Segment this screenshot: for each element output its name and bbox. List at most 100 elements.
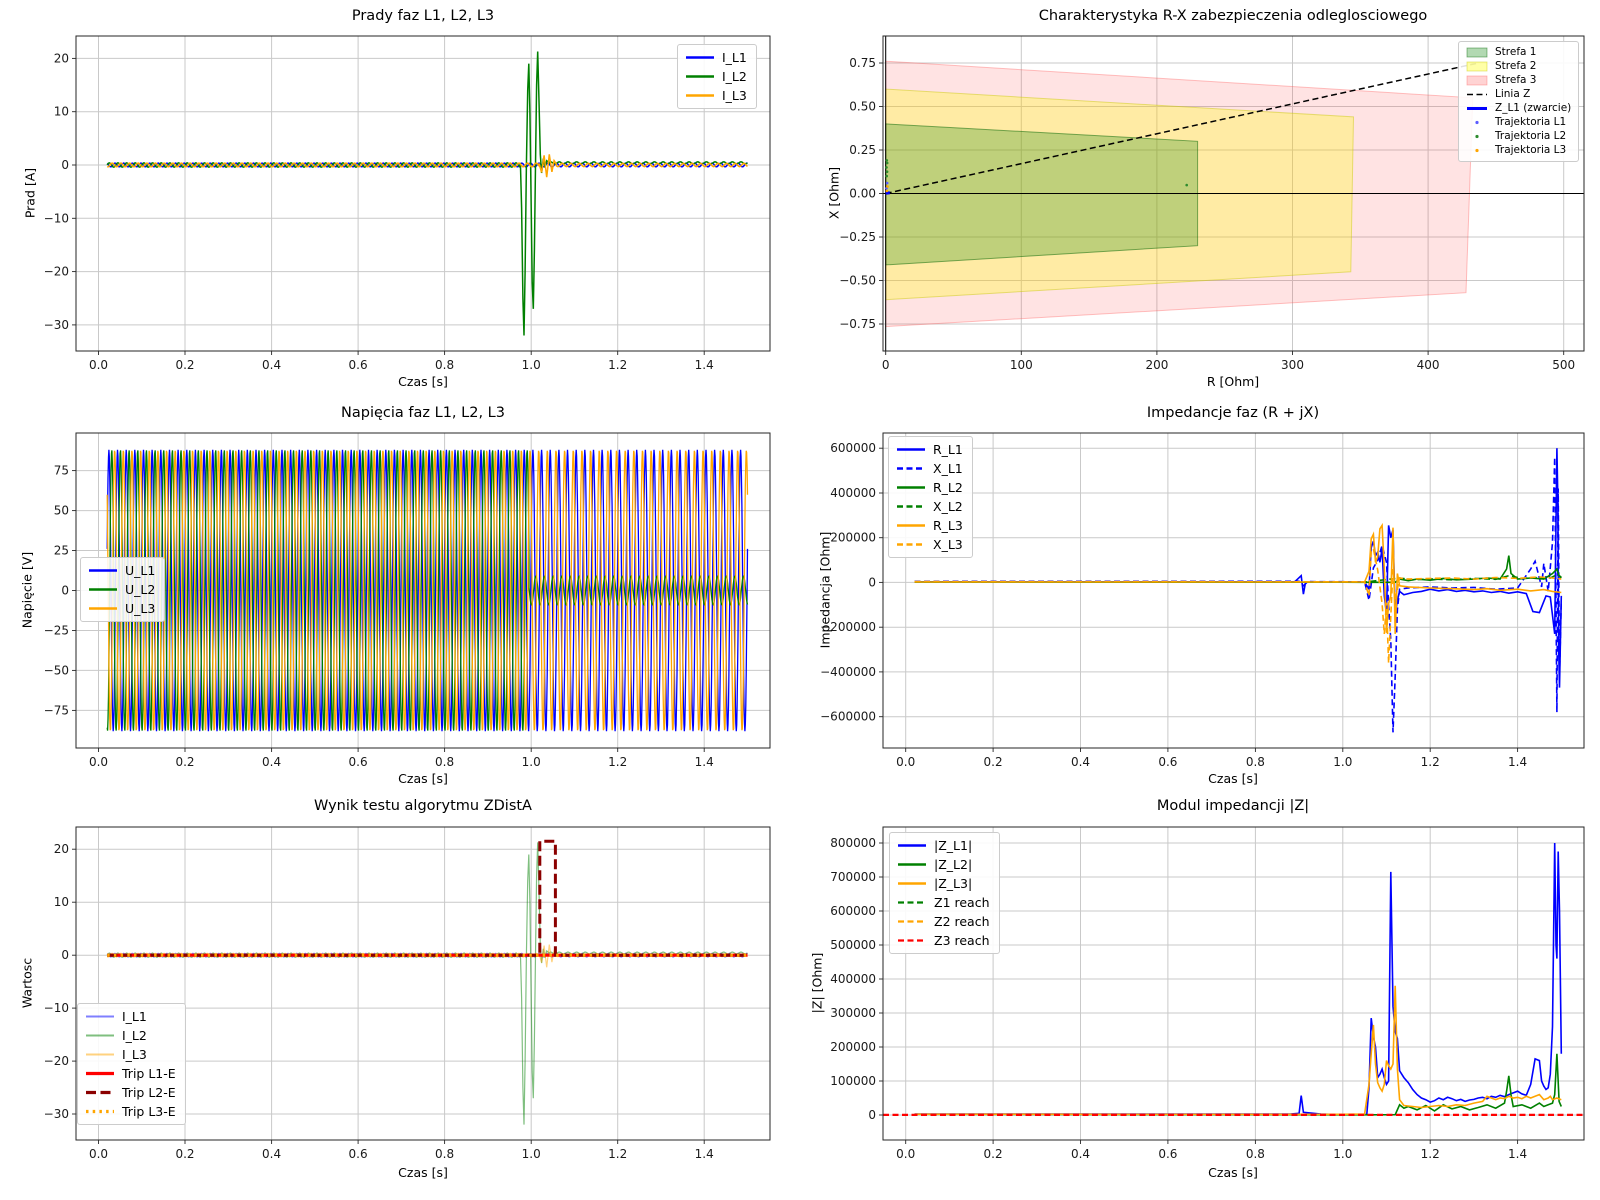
- legend-swatch: [88, 602, 118, 615]
- svg-text:1.0: 1.0: [1333, 755, 1352, 769]
- svg-text:0.0: 0.0: [896, 755, 915, 769]
- legend-item-z3-reach: Z3 reach: [897, 933, 990, 948]
- legend-label: R_L3: [933, 518, 963, 533]
- panel-impedance-magnitude: 0.00.20.40.60.81.01.21.40100000200000300…: [800, 795, 1600, 1200]
- svg-text:200000: 200000: [830, 1040, 876, 1054]
- panel-impedances: 0.00.20.40.60.81.01.21.4−600000−400000−2…: [800, 400, 1600, 795]
- svg-text:600000: 600000: [830, 441, 876, 455]
- legend-item-x-l2: X_L2: [896, 499, 963, 514]
- trip-test-chart: 0.00.20.40.60.81.01.21.4−30−20−1001020: [0, 795, 800, 1200]
- svg-text:0.2: 0.2: [175, 358, 194, 372]
- legend-swatch: [896, 538, 926, 551]
- legend-item-strefa-1: Strefa 1: [1466, 46, 1571, 59]
- svg-text:400: 400: [1417, 358, 1440, 372]
- svg-text:−0.50: −0.50: [839, 274, 876, 288]
- impedance-magnitude-title: Modul impedancji |Z|: [1157, 798, 1309, 814]
- svg-text:0.0: 0.0: [89, 1147, 108, 1161]
- legend-item-trajektoria-l1: Trajektoria L1: [1466, 116, 1571, 129]
- svg-text:0.50: 0.50: [849, 100, 876, 114]
- legend-label: R_L1: [933, 442, 963, 457]
- legend-item-r-l1: R_L1: [896, 442, 963, 457]
- svg-text:0.6: 0.6: [349, 358, 368, 372]
- svg-text:−20: −20: [44, 1054, 69, 1068]
- legend-label: |Z_L2|: [934, 857, 972, 872]
- svg-text:0.4: 0.4: [262, 358, 281, 372]
- legend-label: Trajektoria L2: [1495, 130, 1566, 143]
- svg-text:300000: 300000: [830, 1006, 876, 1020]
- svg-text:0.4: 0.4: [262, 755, 281, 769]
- legend-label: Z_L1 (zwarcie): [1495, 102, 1571, 115]
- legend-item-trajektoria-l3: Trajektoria L3: [1466, 144, 1571, 157]
- rx-title: Charakterystyka R-X zabezpieczenia odleg…: [1039, 8, 1428, 24]
- legend-label: I_L1: [122, 1009, 147, 1024]
- svg-text:1.4: 1.4: [695, 755, 714, 769]
- legend-label: U_L1: [125, 563, 155, 578]
- impedance-magnitude-ylabel: |Z| [Ohm]: [810, 953, 825, 1014]
- legend-label: I_L1: [722, 50, 747, 65]
- currents-legend: I_L1I_L2I_L3: [677, 44, 757, 109]
- legend-item-trajektoria-l2: Trajektoria L2: [1466, 130, 1571, 143]
- panel-rx-characteristic: 0100200300400500−0.75−0.50−0.250.000.250…: [800, 0, 1600, 400]
- currents-title: Prady faz L1, L2, L3: [352, 8, 494, 24]
- legend-item-strefa-2: Strefa 2: [1466, 60, 1571, 73]
- legend-swatch: [897, 896, 927, 909]
- legend-item-r-l2: R_L2: [896, 480, 963, 495]
- legend-item-i-l1: I_L1: [685, 50, 747, 65]
- legend-item-i-l2: I_L2: [685, 69, 747, 84]
- svg-text:10: 10: [54, 105, 69, 119]
- svg-text:0.8: 0.8: [1246, 1147, 1265, 1161]
- svg-text:0: 0: [868, 575, 876, 589]
- svg-text:1.0: 1.0: [522, 1147, 541, 1161]
- voltages-ylabel: Napięcie [V]: [20, 552, 35, 628]
- voltages-title: Napięcia faz L1, L2, L3: [341, 405, 505, 421]
- legend-label: Strefa 2: [1495, 60, 1536, 73]
- svg-text:300: 300: [1281, 358, 1304, 372]
- legend-label: Trip L3-E: [122, 1104, 176, 1119]
- legend-swatch: [897, 877, 927, 890]
- svg-text:20: 20: [54, 51, 69, 65]
- svg-text:−75: −75: [44, 703, 69, 717]
- svg-text:0.25: 0.25: [849, 143, 876, 157]
- svg-text:400000: 400000: [830, 972, 876, 986]
- legend-item--z-l2-: |Z_L2|: [897, 857, 990, 872]
- legend-swatch: [685, 70, 715, 83]
- legend-swatch: [1466, 130, 1488, 143]
- svg-text:0.8: 0.8: [1246, 755, 1265, 769]
- svg-text:50: 50: [54, 504, 69, 518]
- legend-label: Strefa 3: [1495, 74, 1536, 87]
- panel-trip-test: 0.00.20.40.60.81.01.21.4−30−20−1001020 W…: [0, 795, 800, 1200]
- legend-swatch: [685, 51, 715, 64]
- svg-text:800000: 800000: [830, 836, 876, 850]
- svg-text:−0.75: −0.75: [839, 317, 876, 331]
- svg-text:500: 500: [1552, 358, 1575, 372]
- legend-label: Trip L2-E: [122, 1085, 176, 1100]
- legend-label: U_L3: [125, 601, 155, 616]
- svg-text:1.4: 1.4: [1508, 1147, 1527, 1161]
- svg-text:400000: 400000: [830, 486, 876, 500]
- svg-text:0.2: 0.2: [175, 1147, 194, 1161]
- legend-label: R_L2: [933, 480, 963, 495]
- legend-swatch: [85, 1048, 115, 1061]
- svg-text:0.8: 0.8: [435, 1147, 454, 1161]
- svg-text:0.6: 0.6: [349, 755, 368, 769]
- svg-text:100000: 100000: [830, 1074, 876, 1088]
- legend-item-linia-z: Linia Z: [1466, 88, 1571, 101]
- legend-swatch: [896, 462, 926, 475]
- svg-text:500000: 500000: [830, 938, 876, 952]
- svg-text:−600000: −600000: [820, 710, 876, 724]
- svg-text:1.4: 1.4: [695, 358, 714, 372]
- svg-text:0.0: 0.0: [896, 1147, 915, 1161]
- legend-swatch: [1466, 74, 1488, 87]
- svg-text:0.4: 0.4: [262, 1147, 281, 1161]
- legend-item--z-l1-: |Z_L1|: [897, 838, 990, 853]
- svg-text:20: 20: [54, 842, 69, 856]
- legend-label: |Z_L1|: [934, 838, 972, 853]
- svg-text:1.2: 1.2: [1421, 755, 1440, 769]
- legend-item-i-l3: I_L3: [85, 1047, 176, 1062]
- legend-item-z-l1-zwarcie-: Z_L1 (zwarcie): [1466, 102, 1571, 115]
- svg-text:0: 0: [61, 584, 69, 598]
- legend-item-u-l1: U_L1: [88, 563, 155, 578]
- legend-swatch: [897, 839, 927, 852]
- svg-text:0.2: 0.2: [984, 1147, 1003, 1161]
- svg-text:75: 75: [54, 464, 69, 478]
